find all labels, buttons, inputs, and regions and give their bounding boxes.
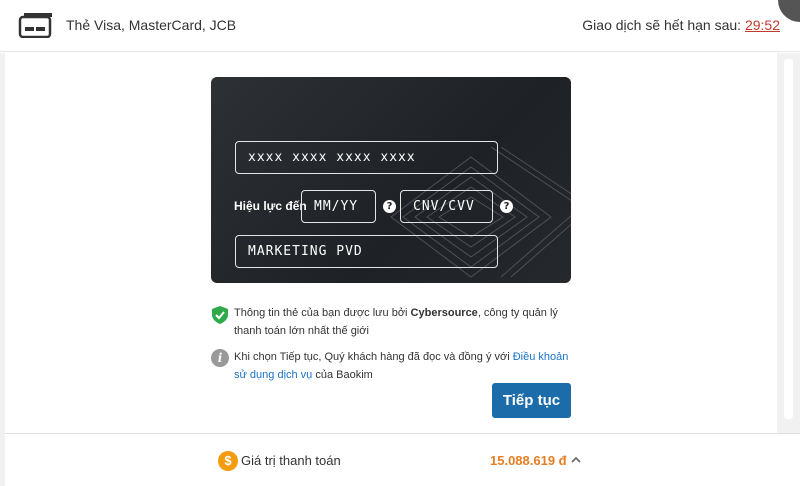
scrollbar[interactable] xyxy=(777,53,800,433)
scrollbar-thumb[interactable] xyxy=(784,59,793,419)
continue-button[interactable]: Tiếp tục xyxy=(492,383,571,418)
payment-amount-value: 15.088.619 đ xyxy=(490,453,567,468)
expiry-timer-container: Giao dịch sẽ hết hạn sau: 29:52 xyxy=(582,17,780,33)
info-icon: i xyxy=(211,349,229,367)
expiry-label: Giao dịch sẽ hết hạn sau: xyxy=(582,17,742,33)
credit-card-icon xyxy=(18,13,52,38)
terms-note: Khi chọn Tiếp tục, Quý khách hàng đã đọc… xyxy=(234,348,579,384)
security-note-text-1: Thông tin thẻ của bạn được lưu bởi xyxy=(234,307,411,319)
payment-footer: $ Giá trị thanh toán 15.088.619 đ xyxy=(5,433,800,486)
payment-amount-label: Giá trị thanh toán xyxy=(241,453,341,468)
cardholder-name-input[interactable]: MARKETING PVD xyxy=(235,235,498,268)
terms-note-text-2: của Baokim xyxy=(312,369,373,381)
expiry-date-input[interactable]: MM/YY xyxy=(301,190,376,223)
shield-check-icon xyxy=(212,306,228,324)
close-button-corner[interactable] xyxy=(778,0,800,22)
security-note: Thông tin thẻ của bạn được lưu bởi Cyber… xyxy=(234,304,579,340)
security-note-brand: Cybersource xyxy=(410,307,478,319)
payment-method-title: Thẻ Visa, MasterCard, JCB xyxy=(66,17,237,33)
cvv-input[interactable]: CNV/CVV xyxy=(400,190,493,223)
card-number-input[interactable]: xxxx xxxx xxxx xxxx xyxy=(235,141,498,174)
chevron-up-icon[interactable] xyxy=(570,455,582,465)
terms-note-text-1: Khi chọn Tiếp tục, Quý khách hàng đã đọc… xyxy=(234,351,513,363)
cvv-help-icon[interactable]: ? xyxy=(500,200,513,213)
expiry-field-label: Hiệu lực đến xyxy=(234,199,307,213)
credit-card-form: xxxx xxxx xxxx xxxx Hiệu lực đến MM/YY ?… xyxy=(211,77,571,283)
countdown-timer: 29:52 xyxy=(744,17,780,33)
payment-header: Thẻ Visa, MasterCard, JCB Giao dịch sẽ h… xyxy=(0,0,800,52)
expiry-help-icon[interactable]: ? xyxy=(383,200,396,213)
dollar-coin-icon: $ xyxy=(218,451,238,471)
